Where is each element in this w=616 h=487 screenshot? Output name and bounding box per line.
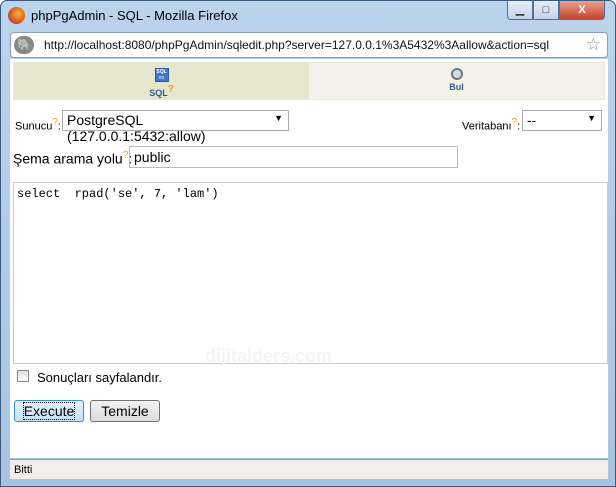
- status-bar: Bitti: [10, 459, 608, 479]
- chevron-down-icon: ▼: [587, 113, 596, 123]
- database-label: Veritabanı?:: [462, 117, 521, 133]
- schema-label: Şema arama yolu?:: [13, 150, 133, 167]
- schema-label-text: Şema arama yolu: [13, 150, 123, 167]
- paginate-checkbox[interactable]: [17, 370, 29, 382]
- magnifier-icon: [450, 68, 463, 80]
- browser-window: phpPgAdmin - SQL - Mozilla Firefox ▁ □ X…: [0, 0, 616, 487]
- database-value: --: [527, 112, 537, 128]
- chevron-down-icon: ▼: [274, 113, 283, 123]
- execute-label: Execute: [22, 402, 76, 420]
- database-select[interactable]: -- ▼: [522, 110, 602, 131]
- server-select[interactable]: PostgreSQL (127.0.0.1:5432:allow) ▼: [62, 110, 289, 144]
- title-bar: phpPgAdmin - SQL - Mozilla Firefox ▁ □ X: [1, 1, 615, 31]
- site-elephant-icon: 🐘: [14, 36, 34, 54]
- help-icon[interactable]: ?: [123, 150, 129, 161]
- clear-button[interactable]: Temizle: [90, 400, 160, 422]
- window-title: phpPgAdmin - SQL - Mozilla Firefox: [31, 8, 238, 23]
- bookmark-star-icon[interactable]: ☆: [586, 35, 601, 55]
- watermark: dijitalders.com: [205, 346, 333, 366]
- minimize-button[interactable]: ▁: [507, 1, 533, 20]
- page-content: SQL ≡≡ SQL? Bul Sunucu?: PostgreSQL (127.…: [10, 59, 608, 458]
- tab-sql-label: SQL: [149, 88, 168, 98]
- database-label-text: Veritabanı: [462, 120, 512, 133]
- help-icon[interactable]: ?: [52, 117, 58, 128]
- tab-bul-label: Bul: [449, 82, 464, 92]
- sql-icon: SQL ≡≡: [154, 68, 169, 82]
- schema-input[interactable]: public: [129, 146, 458, 168]
- help-icon[interactable]: ?: [168, 84, 174, 95]
- address-bar[interactable]: 🐘 http://localhost:8080/phpPgAdmin/sqled…: [10, 32, 608, 58]
- execute-button[interactable]: Execute: [14, 400, 84, 422]
- tab-bar: SQL ≡≡ SQL? Bul: [13, 62, 605, 100]
- tab-sql[interactable]: SQL ≡≡ SQL?: [14, 63, 309, 99]
- tab-bul[interactable]: Bul: [309, 63, 604, 99]
- help-icon[interactable]: ?: [512, 117, 518, 128]
- close-button[interactable]: X: [559, 1, 605, 20]
- server-label-text: Sunucu: [15, 120, 53, 133]
- firefox-icon: [8, 7, 25, 24]
- paginate-label: Sonuçları sayfalandır.: [37, 370, 163, 385]
- server-value: PostgreSQL (127.0.0.1:5432:allow): [67, 112, 206, 144]
- url-text[interactable]: http://localhost:8080/phpPgAdmin/sqledit…: [44, 38, 549, 52]
- maximize-button[interactable]: □: [533, 1, 559, 20]
- sql-textarea[interactable]: select rpad('se', 7, 'lam'): [13, 182, 608, 364]
- server-label: Sunucu?:: [15, 117, 61, 133]
